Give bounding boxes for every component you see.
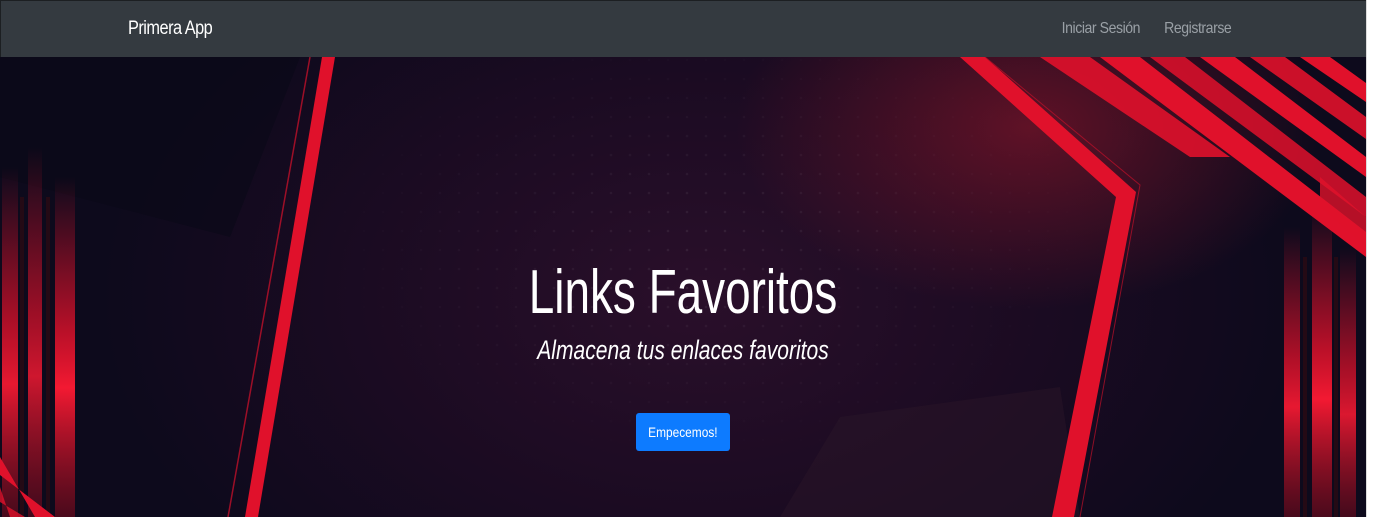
get-started-button[interactable]: Empecemos! [636,413,730,451]
register-link[interactable]: Registrarse [1164,20,1232,38]
hero-subtitle: Almacena tus enlaces favoritos [537,335,829,365]
get-started-label: Empecemos! [648,424,718,440]
nav-links: Iniciar Sesión Registrarse [1051,20,1231,38]
hero-content: Links Favoritos Almacena tus enlaces fav… [0,57,1366,517]
brand-link[interactable]: Primera App [128,18,213,40]
hero-section: Links Favoritos Almacena tus enlaces fav… [0,57,1366,517]
login-link[interactable]: Iniciar Sesión [1061,20,1140,38]
page-scrollbar[interactable] [1366,0,1375,517]
hero-title: Links Favoritos [528,258,838,327]
navbar: Primera App Iniciar Sesión Registrarse [0,0,1366,57]
